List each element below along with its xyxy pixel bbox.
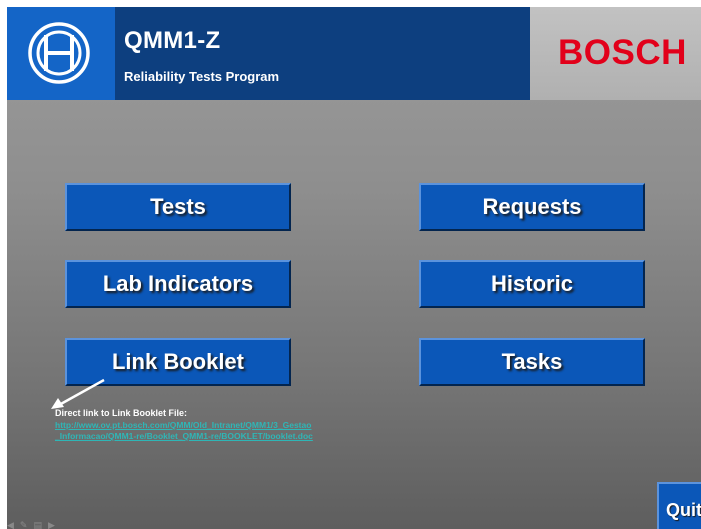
logo-box: [7, 7, 115, 100]
booklet-file-link[interactable]: http://www.ov.pt.bosch.com/QMM/Old_Intra…: [55, 420, 313, 442]
back-arrow-icon[interactable]: ◀: [7, 519, 14, 529]
slide-canvas: QMM1-Z Reliability Tests Program BOSCH T…: [7, 7, 701, 529]
app-title: QMM1-Z: [124, 27, 221, 54]
lab-indicators-button[interactable]: Lab Indicators: [65, 260, 291, 308]
tests-button[interactable]: Tests: [65, 183, 291, 231]
requests-button[interactable]: Requests: [419, 183, 645, 231]
forward-arrow-icon[interactable]: ▶: [48, 519, 55, 529]
app-subtitle: Reliability Tests Program: [124, 69, 280, 84]
booklet-direct-link-label: Direct link to Link Booklet File:: [55, 408, 188, 418]
bosch-brand-text: BOSCH: [558, 33, 687, 72]
tasks-button[interactable]: Tasks: [419, 338, 645, 386]
quit-button[interactable]: Quit: [657, 482, 701, 529]
pointer-arrow-icon: [51, 378, 105, 409]
menu-icon[interactable]: ▤: [33, 519, 42, 529]
historic-button[interactable]: Historic: [419, 260, 645, 308]
bosch-armature-logo-icon: [28, 22, 90, 84]
pencil-icon[interactable]: ✎: [20, 519, 28, 529]
slide-nav-icons: ◀ ✎ ▤ ▶: [7, 519, 55, 529]
